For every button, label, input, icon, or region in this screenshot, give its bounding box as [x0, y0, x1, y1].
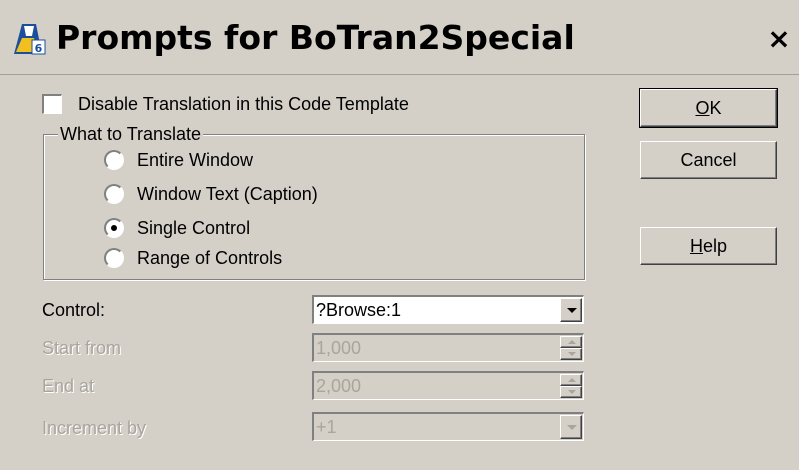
dropdown-button[interactable]	[560, 298, 582, 322]
help-rest: elp	[702, 236, 728, 256]
control-label: Control:	[42, 300, 106, 320]
arrow-up-icon	[568, 340, 576, 344]
cancel-button-label: Cancel	[680, 150, 737, 170]
close-button[interactable]: ×	[764, 24, 794, 54]
help-button-label: Help	[690, 236, 727, 256]
end-at-label: End at	[42, 376, 95, 396]
radio-label: Window Text (Caption)	[137, 184, 318, 204]
title-bar[interactable]: 6 Prompts for BoTran2Special ×	[0, 0, 799, 75]
increment-by-dropdown[interactable]: +1	[312, 412, 584, 441]
end-at-spinner[interactable]: 2,000	[312, 371, 584, 400]
control-value: ?Browse:1	[316, 300, 402, 320]
window-title: Prompts for BoTran2Special	[56, 18, 575, 57]
checkbox-label: Disable Translation in this Code Templat…	[78, 94, 409, 114]
radio-selected-dot	[111, 225, 117, 231]
chevron-down-icon	[567, 308, 577, 313]
end-at-value: 2,000	[316, 376, 362, 396]
dropdown-button[interactable]	[560, 415, 582, 439]
cancel-button[interactable]: Cancel	[640, 141, 777, 179]
start-from-label: Start from	[42, 338, 122, 358]
increment-by-label: Increment by	[42, 418, 147, 438]
spin-up-button[interactable]	[560, 336, 582, 348]
radio-button[interactable]	[104, 218, 124, 238]
dialog-body: Disable Translation in this Code Templat…	[0, 75, 799, 470]
control-dropdown[interactable]: ?Browse:1	[312, 295, 584, 324]
ok-rest: K	[709, 98, 722, 118]
clarion-template-icon: 6	[14, 24, 46, 55]
help-button[interactable]: Help	[640, 227, 777, 265]
radio-label: Range of Controls	[137, 248, 283, 268]
increment-by-value: +1	[316, 417, 337, 437]
radio-button[interactable]	[104, 184, 124, 204]
checkbox-box[interactable]	[42, 94, 62, 114]
spin-down-button[interactable]	[560, 348, 582, 360]
svg-text:6: 6	[35, 42, 43, 55]
group-legend: What to Translate	[58, 122, 204, 146]
mnemonic: H	[689, 236, 703, 256]
radio-button[interactable]	[104, 248, 124, 268]
spin-up-button[interactable]	[560, 374, 582, 386]
radio-button[interactable]	[104, 150, 124, 170]
arrow-down-icon	[568, 352, 576, 356]
start-from-spinner[interactable]: 1,000	[312, 333, 584, 362]
arrow-up-icon	[568, 378, 576, 382]
arrow-down-icon	[568, 390, 576, 394]
chevron-down-icon	[567, 425, 577, 430]
spin-down-button[interactable]	[560, 386, 582, 398]
what-to-translate-group	[43, 134, 585, 280]
ok-button-label: OK	[695, 98, 721, 118]
ok-button[interactable]: OK	[639, 88, 778, 128]
radio-label: Single Control	[137, 218, 251, 238]
mnemonic: O	[695, 98, 710, 118]
radio-label: Entire Window	[137, 150, 254, 170]
start-from-value: 1,000	[316, 338, 362, 358]
